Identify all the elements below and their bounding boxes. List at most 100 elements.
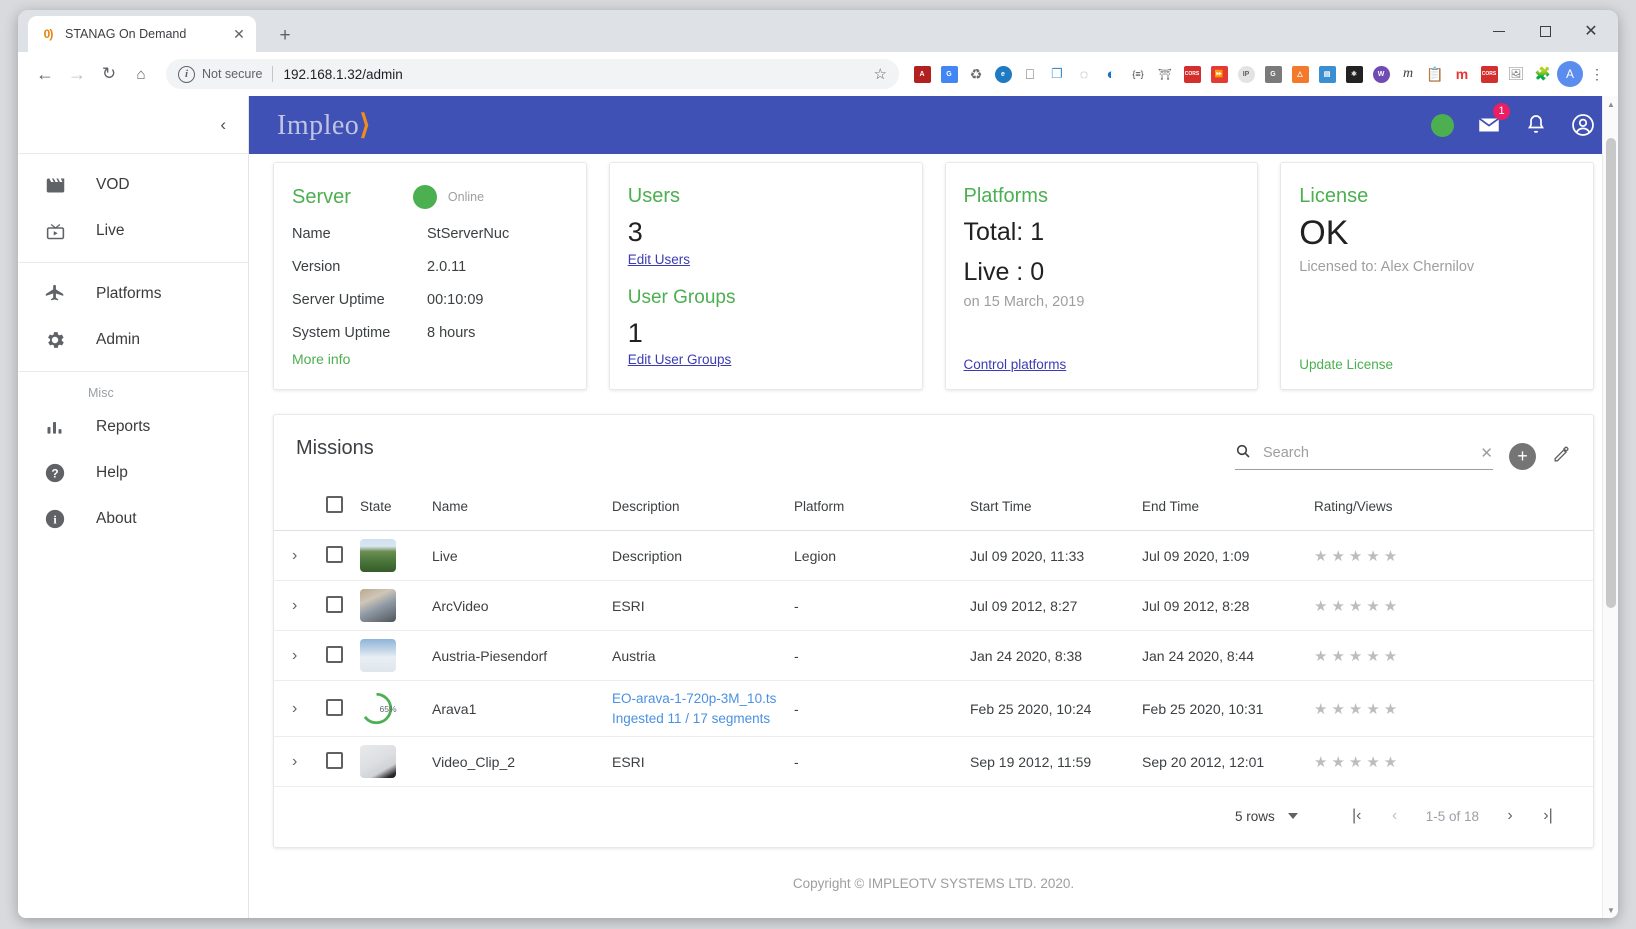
analytics-extension-icon[interactable]: △	[1287, 61, 1313, 87]
table-row[interactable]: › Live Description Legion Jul 09 2020, 1…	[274, 530, 1593, 581]
m-extension-icon[interactable]: m	[1395, 61, 1421, 87]
cors-extension-icon[interactable]: CORS	[1179, 61, 1205, 87]
edit-users-link[interactable]: Edit Users	[628, 252, 690, 267]
column-header-rating-views[interactable]: Rating/Views	[1306, 486, 1593, 531]
window-split-icon[interactable]: ❐	[1044, 61, 1070, 87]
row-select-cell[interactable]	[318, 680, 352, 738]
rating-cell[interactable]: ★★★★★	[1306, 580, 1593, 631]
bell-icon[interactable]	[1524, 113, 1548, 137]
prev-page-button[interactable]: ‹	[1376, 801, 1414, 831]
row-select-cell[interactable]	[318, 580, 352, 631]
chevron-right-icon[interactable]: ›	[292, 753, 297, 770]
star-rating[interactable]: ★★★★★	[1314, 598, 1401, 615]
edit-missions-icon[interactable]	[1552, 445, 1571, 469]
star-rating[interactable]: ★★★★★	[1314, 701, 1401, 718]
row-checkbox[interactable]	[326, 595, 343, 613]
row-select-cell[interactable]	[318, 530, 352, 581]
sidebar-item-live[interactable]: Live	[18, 208, 248, 254]
edge-style-extension-icon[interactable]: e	[990, 61, 1016, 87]
row-select-cell[interactable]	[318, 736, 352, 788]
recycle-extension-icon[interactable]: ♻	[963, 61, 989, 87]
control-platforms-link[interactable]: Control platforms	[964, 357, 1067, 372]
rating-cell[interactable]: ★★★★★	[1306, 680, 1593, 738]
forward-icon[interactable]: →	[62, 59, 92, 89]
form-filler-icon[interactable]: 📋	[1422, 61, 1448, 87]
sidebar-item-help[interactable]: ? Help	[18, 450, 248, 496]
rating-cell[interactable]: ★★★★★	[1306, 530, 1593, 581]
table-row[interactable]: › ArcVideo ESRI - Jul 09 2012, 8:27 Jul …	[274, 580, 1593, 631]
expand-cell[interactable]: ›	[274, 736, 318, 788]
ingest-file-link[interactable]: EO-arava-1-720p-3M_10.ts	[612, 689, 778, 709]
chevron-right-icon[interactable]: ›	[292, 597, 297, 614]
column-header-state[interactable]: State	[352, 486, 424, 531]
edit-user-groups-link[interactable]: Edit User Groups	[628, 352, 732, 367]
first-page-button[interactable]: |‹	[1338, 801, 1376, 831]
opera-style-extension-icon[interactable]: ◐	[1098, 61, 1124, 87]
expand-cell[interactable]: ›	[274, 580, 318, 631]
sidebar-item-admin[interactable]: Admin	[18, 317, 248, 363]
close-window-button[interactable]: ✕	[1568, 10, 1614, 52]
sidebar-item-vod[interactable]: VOD	[18, 162, 248, 208]
wappalyzer-icon[interactable]: W	[1368, 61, 1394, 87]
last-page-button[interactable]: ›|	[1529, 801, 1567, 831]
add-mission-button[interactable]: +	[1509, 443, 1536, 470]
table-row[interactable]: › 65% Arava1 EO-arava-1-720p-3M_10.ts In…	[274, 680, 1593, 738]
table-row[interactable]: › Video_Clip_2 ESRI - Sep 19 2012, 11:59…	[274, 736, 1593, 788]
expand-cell[interactable]: ›	[274, 530, 318, 581]
back-icon[interactable]: ←	[30, 59, 60, 89]
info-icon[interactable]: i	[178, 65, 195, 83]
next-page-button[interactable]: ›	[1491, 801, 1529, 831]
ingest-status-link[interactable]: Ingested 11 / 17 segments	[612, 709, 778, 729]
fast-forward-extension-icon[interactable]: ⏩	[1206, 61, 1232, 87]
home-icon[interactable]: ⌂	[126, 59, 156, 89]
more-info-link[interactable]: More info	[292, 351, 350, 367]
expand-cell[interactable]: ›	[274, 680, 318, 738]
scroll-down-arrow[interactable]: ▼	[1603, 902, 1618, 918]
scroll-up-arrow[interactable]: ▲	[1603, 96, 1618, 112]
sidebar-item-about[interactable]: i About	[18, 496, 248, 542]
new-tab-button[interactable]: +	[272, 22, 298, 48]
table-row[interactable]: › Austria-Piesendorf Austria - Jan 24 20…	[274, 630, 1593, 681]
ip-lookup-icon[interactable]: IP	[1233, 61, 1259, 87]
avatar[interactable]: A	[1557, 61, 1583, 87]
chevron-left-icon[interactable]: ‹	[214, 110, 232, 139]
window-resizer-icon[interactable]: ⎕	[1017, 61, 1043, 87]
mailtrack-icon[interactable]: m	[1449, 61, 1475, 87]
chevron-right-icon[interactable]: ›	[292, 547, 297, 564]
star-rating[interactable]: ★★★★★	[1314, 648, 1401, 665]
reload-icon[interactable]: ↻	[94, 59, 124, 89]
maximize-button[interactable]	[1522, 10, 1568, 52]
dictionary-extension-icon[interactable]: A	[909, 61, 935, 87]
screenshot-extension-icon[interactable]: 🖼	[1503, 61, 1529, 87]
update-license-link[interactable]: Update License	[1299, 357, 1393, 372]
scrollbar-thumb[interactable]	[1606, 138, 1616, 608]
rows-per-page-select[interactable]: 5 rows	[1235, 809, 1298, 824]
expand-cell[interactable]: ›	[274, 630, 318, 681]
google-translate-icon[interactable]: G	[936, 61, 962, 87]
account-circle-icon[interactable]	[1570, 112, 1596, 138]
star-rating[interactable]: ★★★★★	[1314, 754, 1401, 771]
puzzle-extensions-icon[interactable]: 🧩	[1530, 61, 1556, 87]
row-select-cell[interactable]	[318, 630, 352, 681]
row-checkbox[interactable]	[326, 698, 343, 716]
sidebar-item-platforms[interactable]: Platforms	[18, 271, 248, 317]
sidebar-item-reports[interactable]: Reports	[18, 404, 248, 450]
column-header-name[interactable]: Name	[424, 486, 604, 531]
clear-search-icon[interactable]: ✕	[1480, 444, 1493, 462]
minimize-button[interactable]	[1476, 10, 1522, 52]
select-all-checkbox[interactable]	[326, 496, 343, 513]
chevron-right-icon[interactable]: ›	[292, 700, 297, 717]
circle-dots-extension-icon[interactable]: ◌	[1071, 61, 1097, 87]
search-box[interactable]: ✕	[1235, 443, 1493, 470]
vertical-scrollbar[interactable]: ▲ ▼	[1602, 96, 1618, 918]
bookmark-extension-icon[interactable]: ▤	[1314, 61, 1340, 87]
chevron-down-icon[interactable]	[1287, 813, 1298, 820]
search-input[interactable]	[1263, 445, 1469, 461]
profile-avatar[interactable]: A	[1557, 61, 1583, 87]
mail-icon[interactable]: 1	[1476, 103, 1510, 138]
column-header-description[interactable]: Description	[604, 486, 786, 531]
react-devtools-icon[interactable]: ⚛	[1341, 61, 1367, 87]
column-header-platform[interactable]: Platform	[786, 486, 962, 531]
chevron-right-icon[interactable]: ›	[292, 647, 297, 664]
row-checkbox[interactable]	[326, 545, 343, 563]
